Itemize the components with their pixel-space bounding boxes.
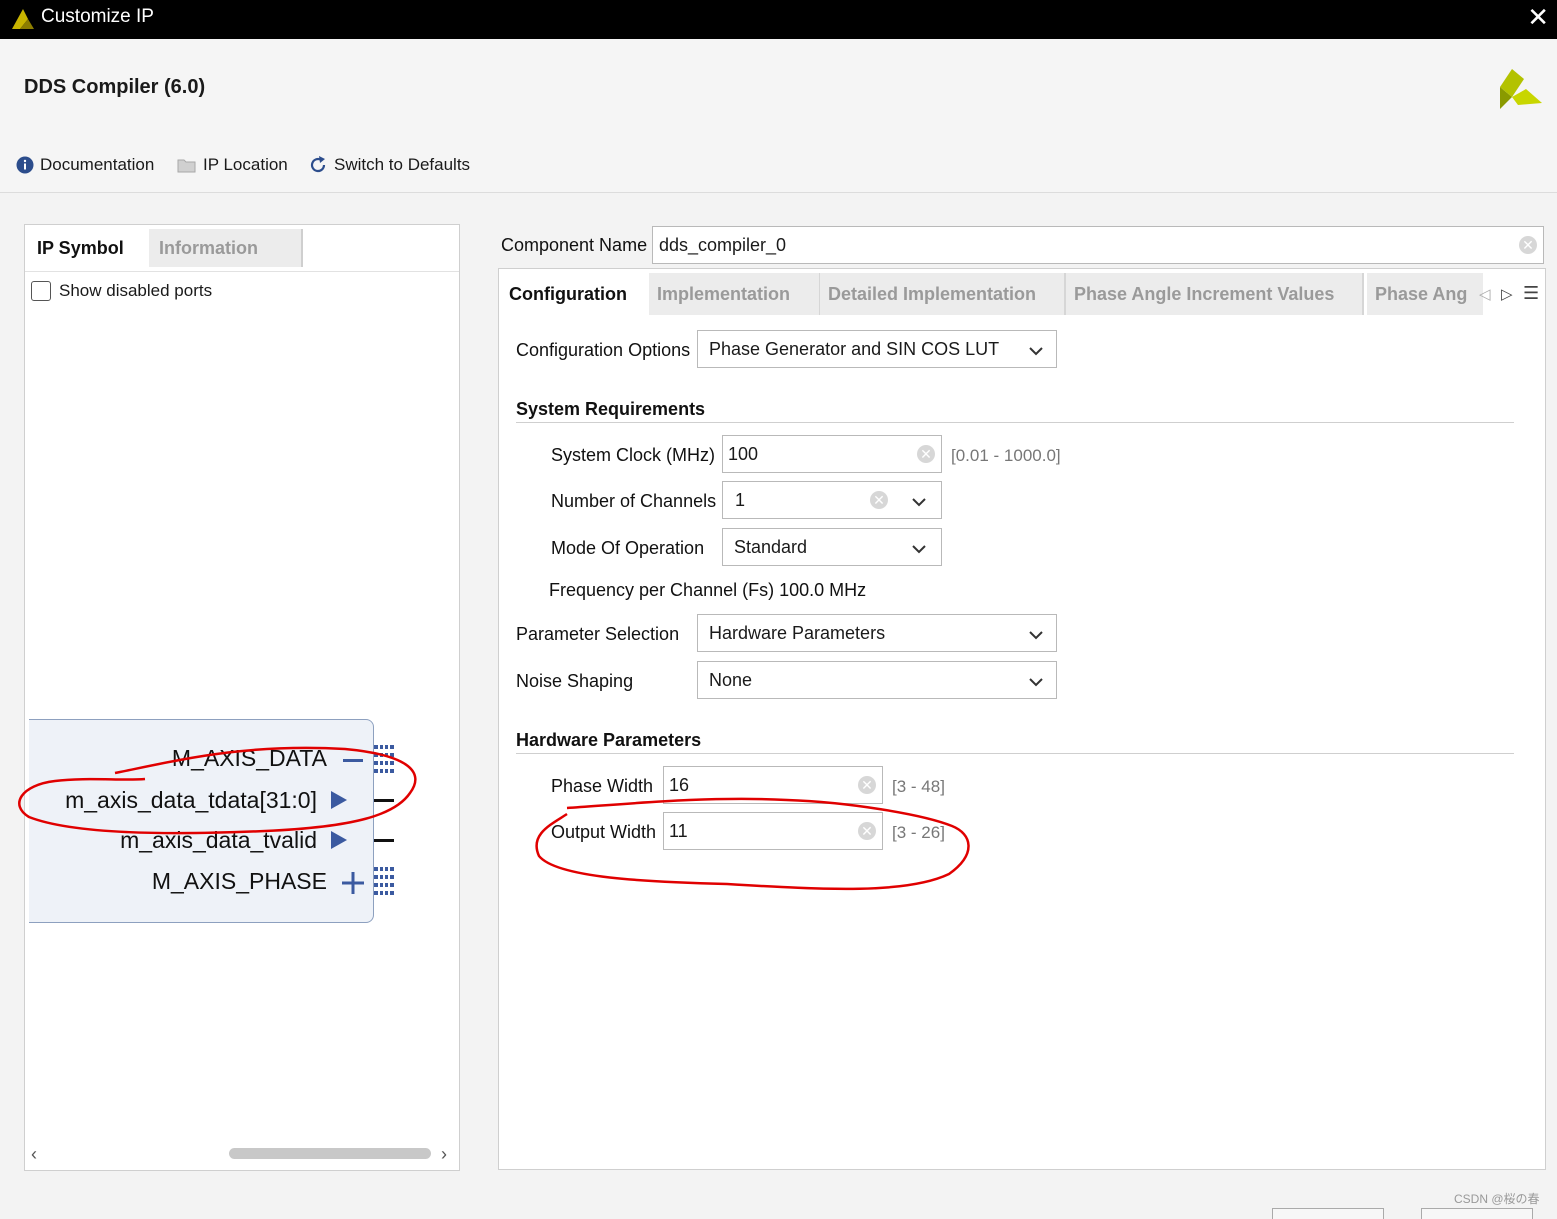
window-title-bar: Customize IP ✕ [0,0,1557,39]
ip-title: DDS Compiler (6.0) [24,76,206,98]
system-clock-range: [0.01 - 1000.0] [951,446,1061,465]
number-of-channels-value: 1 [735,490,746,510]
vivado-logo-icon [12,9,34,29]
configuration-panel: Configuration Implementation Detailed Im… [498,268,1546,1170]
clear-icon[interactable]: ✕ [917,445,935,463]
system-clock-value: 100 [728,444,759,464]
component-name-label: Component Name [501,235,648,255]
noise-shaping-select[interactable]: None [697,661,1057,699]
bus-interface-icon [374,867,394,895]
chevron-down-icon [912,545,926,554]
tab-implementation[interactable]: Implementation [649,273,821,315]
window-title: Customize IP [41,6,154,27]
configuration-options-label: Configuration Options [516,340,691,360]
section-separator [516,753,1514,754]
chevron-down-icon [1029,678,1043,687]
clear-icon[interactable]: ✕ [858,776,876,794]
noise-shaping-label: Noise Shaping [516,671,634,691]
show-disabled-ports-checkbox[interactable] [31,281,51,301]
clear-icon[interactable]: ✕ [1519,236,1537,254]
ip-location-button[interactable]: IP Location [177,153,288,177]
tab-scroll-right-icon[interactable]: ▷ [1501,285,1513,303]
close-icon[interactable]: ✕ [1527,2,1549,33]
chevron-down-icon [1029,347,1043,356]
chevron-down-icon[interactable] [909,492,929,512]
tab-information[interactable]: Information [149,229,303,267]
annotation-circle [18,746,417,835]
frequency-per-channel-text: Frequency per Channel (Fs) 100.0 MHz [549,580,867,600]
ip-location-label: IP Location [203,155,288,174]
tab-menu-icon[interactable]: ☰ [1523,283,1539,304]
number-of-channels-combobox[interactable]: 1 ✕ [722,481,942,519]
tab-scroll-left-icon[interactable]: ◁ [1479,285,1491,303]
watermark: CSDN @桜の春 [1454,1192,1540,1206]
hardware-parameters-heading: Hardware Parameters [516,730,702,750]
documentation-label: Documentation [40,155,155,174]
ip-symbol-panel: IP Symbol Information Show disabled port… [18,224,460,1171]
annotation-circle [535,797,970,891]
tab-divider [25,271,459,272]
section-separator [516,422,1514,423]
tab-ip-symbol[interactable]: IP Symbol [27,229,161,267]
tab-phase-angle-increment-values[interactable]: Phase Angle Increment Values [1066,273,1364,315]
parameter-selection-label: Parameter Selection [516,624,680,644]
switch-to-defaults-label: Switch to Defaults [334,155,471,174]
show-disabled-ports-option[interactable]: Show disabled ports [31,281,212,301]
system-clock-input[interactable]: 100 ✕ [722,435,942,473]
port-label: M_AXIS_PHASE [151,868,327,894]
xilinx-logo-icon [1500,69,1542,109]
noise-shaping-value: None [709,670,753,690]
component-name-value: dds_compiler_0 [659,235,787,255]
chevron-down-icon [1029,631,1043,640]
refresh-icon [310,156,326,173]
mode-of-operation-value: Standard [734,537,808,557]
component-name-input[interactable]: dds_compiler_0 ✕ [652,226,1544,264]
number-of-channels-label: Number of Channels [551,491,717,511]
horizontal-scrollbar[interactable]: ‹ › [29,1143,453,1165]
documentation-button[interactable]: Documentation [16,153,154,177]
parameter-selection-value: Hardware Parameters [709,623,886,643]
tab-configuration[interactable]: Configuration [501,273,655,315]
info-icon [16,156,34,174]
folder-icon [177,159,196,173]
tab-detailed-implementation[interactable]: Detailed Implementation [820,273,1066,315]
switch-to-defaults-button[interactable]: Switch to Defaults [308,153,470,177]
scrollbar-thumb[interactable] [229,1148,431,1159]
show-disabled-ports-label: Show disabled ports [59,281,213,300]
mode-of-operation-label: Mode Of Operation [551,538,705,558]
parameter-selection-select[interactable]: Hardware Parameters [697,614,1057,652]
tab-phase-angle-offset[interactable]: Phase Ang [1367,273,1483,315]
configuration-options-select[interactable]: Phase Generator and SIN COS LUT [697,330,1057,368]
dialog-header: DDS Compiler (6.0) Documentation IP Loca… [0,39,1557,193]
system-requirements-heading: System Requirements [516,399,706,419]
configuration-options-value: Phase Generator and SIN COS LUT [709,339,1000,359]
phase-width-value: 16 [669,775,690,795]
scroll-right-icon[interactable]: › [441,1144,447,1165]
mode-of-operation-select[interactable]: Standard [722,528,942,566]
clear-icon[interactable]: ✕ [870,491,888,509]
system-clock-label: System Clock (MHz) [551,445,716,465]
expand-plus-icon[interactable] [342,872,364,894]
scroll-left-icon[interactable]: ‹ [31,1144,37,1165]
